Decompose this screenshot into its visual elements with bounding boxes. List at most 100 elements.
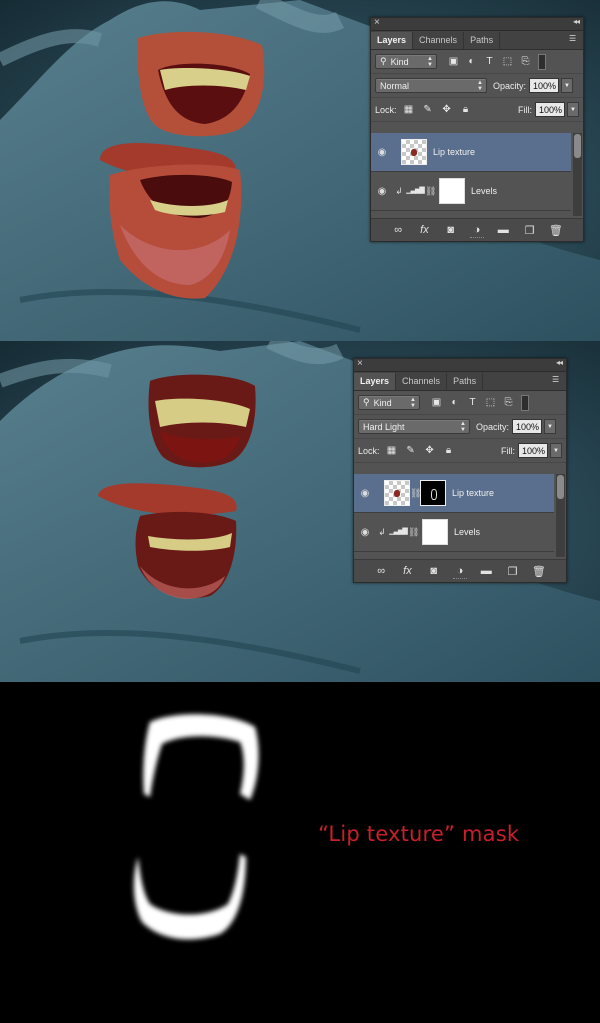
new-group-icon[interactable]: ▬ [496,224,510,236]
smart-object-filter-icon[interactable]: ⎘ [502,396,515,409]
opacity-dropdown[interactable]: ▼ [544,419,557,434]
close-icon[interactable]: × [374,17,380,28]
filter-icons: ▣ ◐ T ⬚ ⎘ [447,55,532,68]
visibility-eye-icon[interactable]: ◉ [354,488,376,499]
tab-paths[interactable]: Paths [447,373,484,390]
blend-mode-select[interactable]: Normal ▲ ▼ [375,78,487,93]
lock-all-icon[interactable]: 🔒︎ [460,104,472,116]
filter-kind-select[interactable]: ⚲ Kind ▲ ▼ [358,395,420,410]
opacity-dropdown[interactable]: ▼ [561,78,574,93]
new-layer-icon[interactable]: ❐ [506,565,520,578]
fill-field[interactable]: 100% [518,443,548,458]
resize-grip[interactable] [453,578,467,581]
lock-position-icon[interactable]: ✥ [441,104,453,116]
shape-filter-icon[interactable]: ⬚ [501,55,514,68]
filter-toggle[interactable] [521,394,529,411]
smart-object-filter-icon[interactable]: ⎘ [519,55,532,68]
tab-layers[interactable]: Layers [354,373,397,390]
trash-icon[interactable]: 🗑︎ [549,224,563,237]
layer-mask-thumbnail [439,178,465,204]
close-icon[interactable]: × [357,358,363,369]
layers-panel: × ◂◂ Layers Channels Paths ☰ ⚲ Kind ▲ ▼ ▣… [353,358,567,583]
panel-menu-icon[interactable]: ☰ [552,375,563,384]
filter-kind-select[interactable]: ⚲ Kind ▲ ▼ [375,54,437,69]
tab-channels[interactable]: Channels [396,373,448,390]
opacity-field[interactable]: 100% [529,78,560,93]
fill-dropdown[interactable]: ▼ [567,102,579,117]
new-adjustment-icon[interactable]: ◑ [453,565,467,577]
select-arrows-icon: ▲ ▼ [477,80,483,92]
layers-scrollbar[interactable] [556,474,565,557]
resize-grip[interactable] [470,237,484,240]
lock-transparent-icon[interactable]: ▦ [386,445,398,457]
opacity-label: Opacity: [476,421,510,432]
adjustment-filter-icon[interactable]: ◐ [448,396,461,409]
layer-thumbnail [384,480,410,506]
lock-transparent-icon[interactable]: ▦ [403,104,415,116]
lock-label: Lock: [358,445,380,456]
layers-list: ◉ ⛓ Lip texture ◉ ↲ ▁▃▅▇ ⛓ Levels [354,474,554,557]
layer-row-lip-texture[interactable]: ◉ Lip texture [371,133,571,172]
link-layers-icon[interactable]: ∞ [374,565,388,577]
visibility-eye-icon[interactable]: ◉ [371,186,393,197]
layers-scrollbar[interactable] [573,133,582,216]
lock-label: Lock: [375,104,397,115]
fill-field[interactable]: 100% [535,102,565,117]
type-filter-icon[interactable]: T [483,55,496,68]
lock-image-icon[interactable]: ✎ [422,104,434,116]
blend-mode-select[interactable]: Hard Light ▲ ▼ [358,419,470,434]
layer-row-levels[interactable]: ◉ ↲ ▁▃▅▇ ⛓ Levels [371,172,571,211]
collapse-icon[interactable]: ◂◂ [573,17,580,26]
add-mask-icon[interactable]: ◙ [427,565,441,577]
lock-image-icon[interactable]: ✎ [405,445,417,457]
filter-toggle[interactable] [538,53,546,70]
panel-tabs: Layers Channels Paths ☰ [354,372,566,391]
fill-dropdown[interactable]: ▼ [550,443,562,458]
tab-paths[interactable]: Paths [464,32,501,49]
lock-all-icon[interactable]: 🔒︎ [443,445,455,457]
trash-icon[interactable]: 🗑︎ [532,565,546,578]
blend-row: Normal ▲ ▼ Opacity: 100% ▼ [371,74,583,98]
adjustment-filter-icon[interactable]: ◐ [465,55,478,68]
chain-link-icon[interactable]: ⛓ [410,488,421,499]
layer-mask-thumbnail[interactable] [420,480,446,506]
panel-titlebar: × ◂◂ [354,358,566,372]
layer-name: Levels [454,527,481,537]
mask-preview: “Lip texture” mask [0,682,600,1023]
add-mask-icon[interactable]: ◙ [444,224,458,236]
layer-row-levels[interactable]: ◉ ↲ ▁▃▅▇ ⛓ Levels [354,513,554,552]
panel-menu-icon[interactable]: ☰ [569,34,580,43]
fx-icon[interactable]: fx [417,224,431,236]
visibility-eye-icon[interactable]: ◉ [354,527,376,538]
screenshot-normal-mode: × ◂◂ Layers Channels Paths ☰ ⚲ Kind ▲ ▼ ▣… [0,0,600,341]
filter-row: ⚲ Kind ▲ ▼ ▣ ◐ T ⬚ ⎘ [371,50,583,74]
visibility-eye-icon[interactable]: ◉ [371,147,393,158]
pixel-filter-icon[interactable]: ▣ [430,396,443,409]
shape-filter-icon[interactable]: ⬚ [484,396,497,409]
lock-position-icon[interactable]: ✥ [424,445,436,457]
opacity-field[interactable]: 100% [512,419,543,434]
fx-icon[interactable]: fx [400,565,414,577]
panel-tabs: Layers Channels Paths ☰ [371,31,583,50]
filter-icons: ▣ ◐ T ⬚ ⎘ [430,396,515,409]
chain-link-icon[interactable]: ⛓ [408,527,419,538]
layer-name: Levels [471,186,498,196]
type-filter-icon[interactable]: T [466,396,479,409]
select-arrows-icon: ▲ ▼ [410,397,416,409]
tab-channels[interactable]: Channels [413,32,465,49]
collapse-icon[interactable]: ◂◂ [556,358,563,367]
tab-layers[interactable]: Layers [371,32,414,49]
panel-footer: ∞ fx ◙ ◑ ▬ ❐ 🗑︎ [371,218,583,241]
filter-kind-label: Kind [390,56,409,67]
search-icon: ⚲ [363,397,370,407]
new-layer-icon[interactable]: ❐ [523,224,537,237]
chain-link-icon[interactable]: ⛓ [425,186,436,197]
new-adjustment-icon[interactable]: ◑ [470,224,484,236]
pixel-filter-icon[interactable]: ▣ [447,55,460,68]
layer-row-lip-texture[interactable]: ◉ ⛓ Lip texture [354,474,554,513]
filter-kind-label: Kind [373,397,392,408]
new-group-icon[interactable]: ▬ [479,565,493,577]
panel-footer: ∞ fx ◙ ◑ ▬ ❐ 🗑︎ [354,559,566,582]
link-layers-icon[interactable]: ∞ [391,224,405,236]
lock-row: Lock: ▦ ✎ ✥ 🔒︎ Fill: 100% ▼ [371,98,583,122]
